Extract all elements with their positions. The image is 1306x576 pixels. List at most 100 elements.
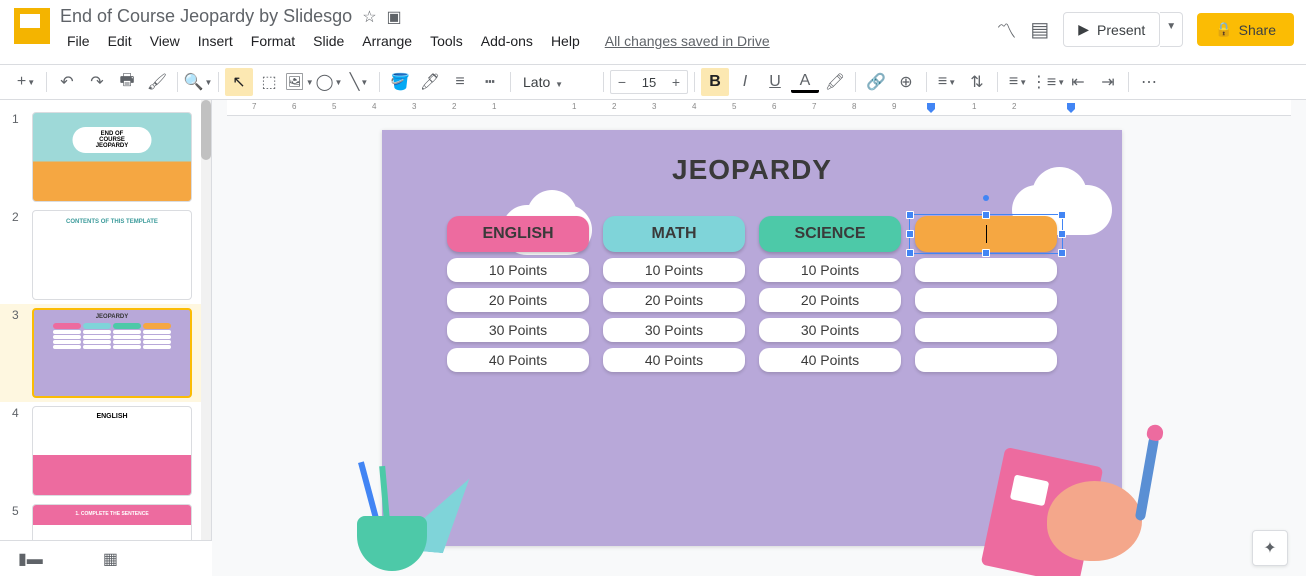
point-cell[interactable]: 30 Points <box>447 318 589 342</box>
point-cell[interactable]: 10 Points <box>447 258 589 282</box>
slides-logo[interactable] <box>12 6 52 46</box>
font-size-inc[interactable]: + <box>665 71 687 93</box>
font-size-dec[interactable]: − <box>611 71 633 93</box>
resize-handle[interactable] <box>906 249 914 257</box>
filmstrip-scrollbar[interactable] <box>201 100 211 576</box>
zoom-button[interactable]: 🔍▼ <box>184 68 212 96</box>
indent-inc-button[interactable]: ⇥ <box>1094 68 1122 96</box>
slide-num: 4 <box>12 406 24 496</box>
point-cell[interactable]: 10 Points <box>759 258 901 282</box>
resize-handle[interactable] <box>982 211 990 219</box>
star-icon[interactable]: ☆ <box>362 7 376 27</box>
point-cell[interactable]: 30 Points <box>759 318 901 342</box>
menu-format[interactable]: Format <box>244 29 302 53</box>
ruler-mark: 5 <box>732 102 736 111</box>
ruler-mark: 1 <box>972 102 976 111</box>
menu-help[interactable]: Help <box>544 29 587 53</box>
resize-handle[interactable] <box>1058 230 1066 238</box>
filmstrip-view-button[interactable]: ▮▬ <box>18 549 43 569</box>
menu-edit[interactable]: Edit <box>101 29 139 53</box>
indent-dec-button[interactable]: ⇤ <box>1064 68 1092 96</box>
menu-view[interactable]: View <box>143 29 187 53</box>
save-status[interactable]: All changes saved in Drive <box>605 33 770 49</box>
select-tool[interactable]: ↖ <box>225 68 253 96</box>
slide-thumb-4[interactable]: 4 ENGLISH <box>0 402 211 500</box>
border-dash-button[interactable]: ┅ <box>476 68 504 96</box>
share-button[interactable]: 🔒 Share <box>1197 13 1294 46</box>
thumb-title: ENGLISH <box>33 407 191 420</box>
slide-title[interactable]: JEOPARDY <box>382 130 1122 186</box>
slide-thumb-3[interactable]: 3 JEOPARDY <box>0 304 211 402</box>
more-button[interactable]: ⋯ <box>1135 68 1163 96</box>
link-button[interactable]: 🔗 <box>862 68 890 96</box>
resize-handle[interactable] <box>906 230 914 238</box>
point-cell[interactable]: 40 Points <box>447 348 589 372</box>
border-weight-button[interactable]: ≡ <box>446 68 474 96</box>
menu-slide[interactable]: Slide <box>306 29 351 53</box>
comments-icon[interactable]: ▤ <box>1030 17 1049 42</box>
present-dropdown[interactable]: ▼ <box>1160 12 1183 47</box>
text-color-button[interactable]: A <box>791 71 819 93</box>
undo-button[interactable]: ↶ <box>53 68 81 96</box>
point-cell[interactable] <box>915 318 1057 342</box>
menu-arrange[interactable]: Arrange <box>355 29 419 53</box>
slide-thumb-2[interactable]: 2 CONTENTS OF THIS TEMPLATE <box>0 206 211 304</box>
font-select[interactable]: Lato ▼ <box>517 72 597 92</box>
numbered-list-button[interactable]: ≡▼ <box>1004 68 1032 96</box>
bold-button[interactable]: B <box>701 68 729 96</box>
resize-handle[interactable] <box>906 211 914 219</box>
point-cell[interactable]: 20 Points <box>447 288 589 312</box>
align-button[interactable]: ≡▼ <box>933 68 961 96</box>
font-size-input[interactable] <box>633 75 665 90</box>
fill-color-button[interactable]: 🪣 <box>386 68 414 96</box>
category-header-english[interactable]: ENGLISH <box>447 216 589 252</box>
ruler-mark: 2 <box>612 102 616 111</box>
category-header-blank-selected[interactable] <box>915 216 1057 252</box>
resize-handle[interactable] <box>982 249 990 257</box>
doc-title[interactable]: End of Course Jeopardy by Slidesgo <box>60 6 352 27</box>
slide-thumb-1[interactable]: 1 END OF COURSE JEOPARDY <box>0 108 211 206</box>
rotate-handle[interactable] <box>983 195 989 201</box>
comment-button[interactable]: ⊕ <box>892 68 920 96</box>
category-header-math[interactable]: MATH <box>603 216 745 252</box>
category-header-science[interactable]: SCIENCE <box>759 216 901 252</box>
present-button[interactable]: ▶ Present <box>1063 12 1160 47</box>
menu-addons[interactable]: Add-ons <box>474 29 540 53</box>
point-cell[interactable]: 40 Points <box>603 348 745 372</box>
slide-canvas[interactable]: JEOPARDY ENGLISH 10 Points 20 Points 30 … <box>382 130 1122 546</box>
activity-icon[interactable]: 〽 <box>996 15 1016 44</box>
new-slide-button[interactable]: +▼ <box>12 68 40 96</box>
move-icon[interactable]: ▣ <box>387 7 402 27</box>
point-cell[interactable] <box>915 288 1057 312</box>
point-cell[interactable]: 10 Points <box>603 258 745 282</box>
ruler-indent-marker[interactable] <box>1067 103 1075 113</box>
line-tool[interactable]: ╲▼ <box>345 68 373 96</box>
point-cell[interactable]: 20 Points <box>603 288 745 312</box>
grid-view-button[interactable]: ▦ <box>103 549 118 569</box>
redo-button[interactable]: ↷ <box>83 68 111 96</box>
point-cell[interactable] <box>915 258 1057 282</box>
italic-button[interactable]: I <box>731 68 759 96</box>
paint-format-button[interactable]: 🖌 <box>143 68 171 96</box>
ruler-indent-marker[interactable] <box>927 103 935 113</box>
image-tool[interactable]: 🖼▼ <box>285 68 313 96</box>
border-color-button[interactable]: 🖊 <box>416 68 444 96</box>
print-button[interactable]: 🖶 <box>113 68 141 96</box>
point-cell[interactable] <box>915 348 1057 372</box>
highlight-button[interactable]: 🖍 <box>821 68 849 96</box>
present-icon: ▶ <box>1078 21 1089 38</box>
shape-tool[interactable]: ◯▼ <box>315 68 343 96</box>
explore-button[interactable]: ✦ <box>1252 530 1288 566</box>
resize-handle[interactable] <box>1058 249 1066 257</box>
menu-insert[interactable]: Insert <box>191 29 240 53</box>
menu-file[interactable]: File <box>60 29 97 53</box>
menu-tools[interactable]: Tools <box>423 29 470 53</box>
underline-button[interactable]: U <box>761 68 789 96</box>
textbox-tool[interactable]: ⬚ <box>255 68 283 96</box>
ruler-mark: 7 <box>812 102 816 111</box>
point-cell[interactable]: 40 Points <box>759 348 901 372</box>
point-cell[interactable]: 20 Points <box>759 288 901 312</box>
bulleted-list-button[interactable]: ⋮≡▼ <box>1034 68 1062 96</box>
point-cell[interactable]: 30 Points <box>603 318 745 342</box>
line-spacing-button[interactable]: ⇅ <box>963 68 991 96</box>
